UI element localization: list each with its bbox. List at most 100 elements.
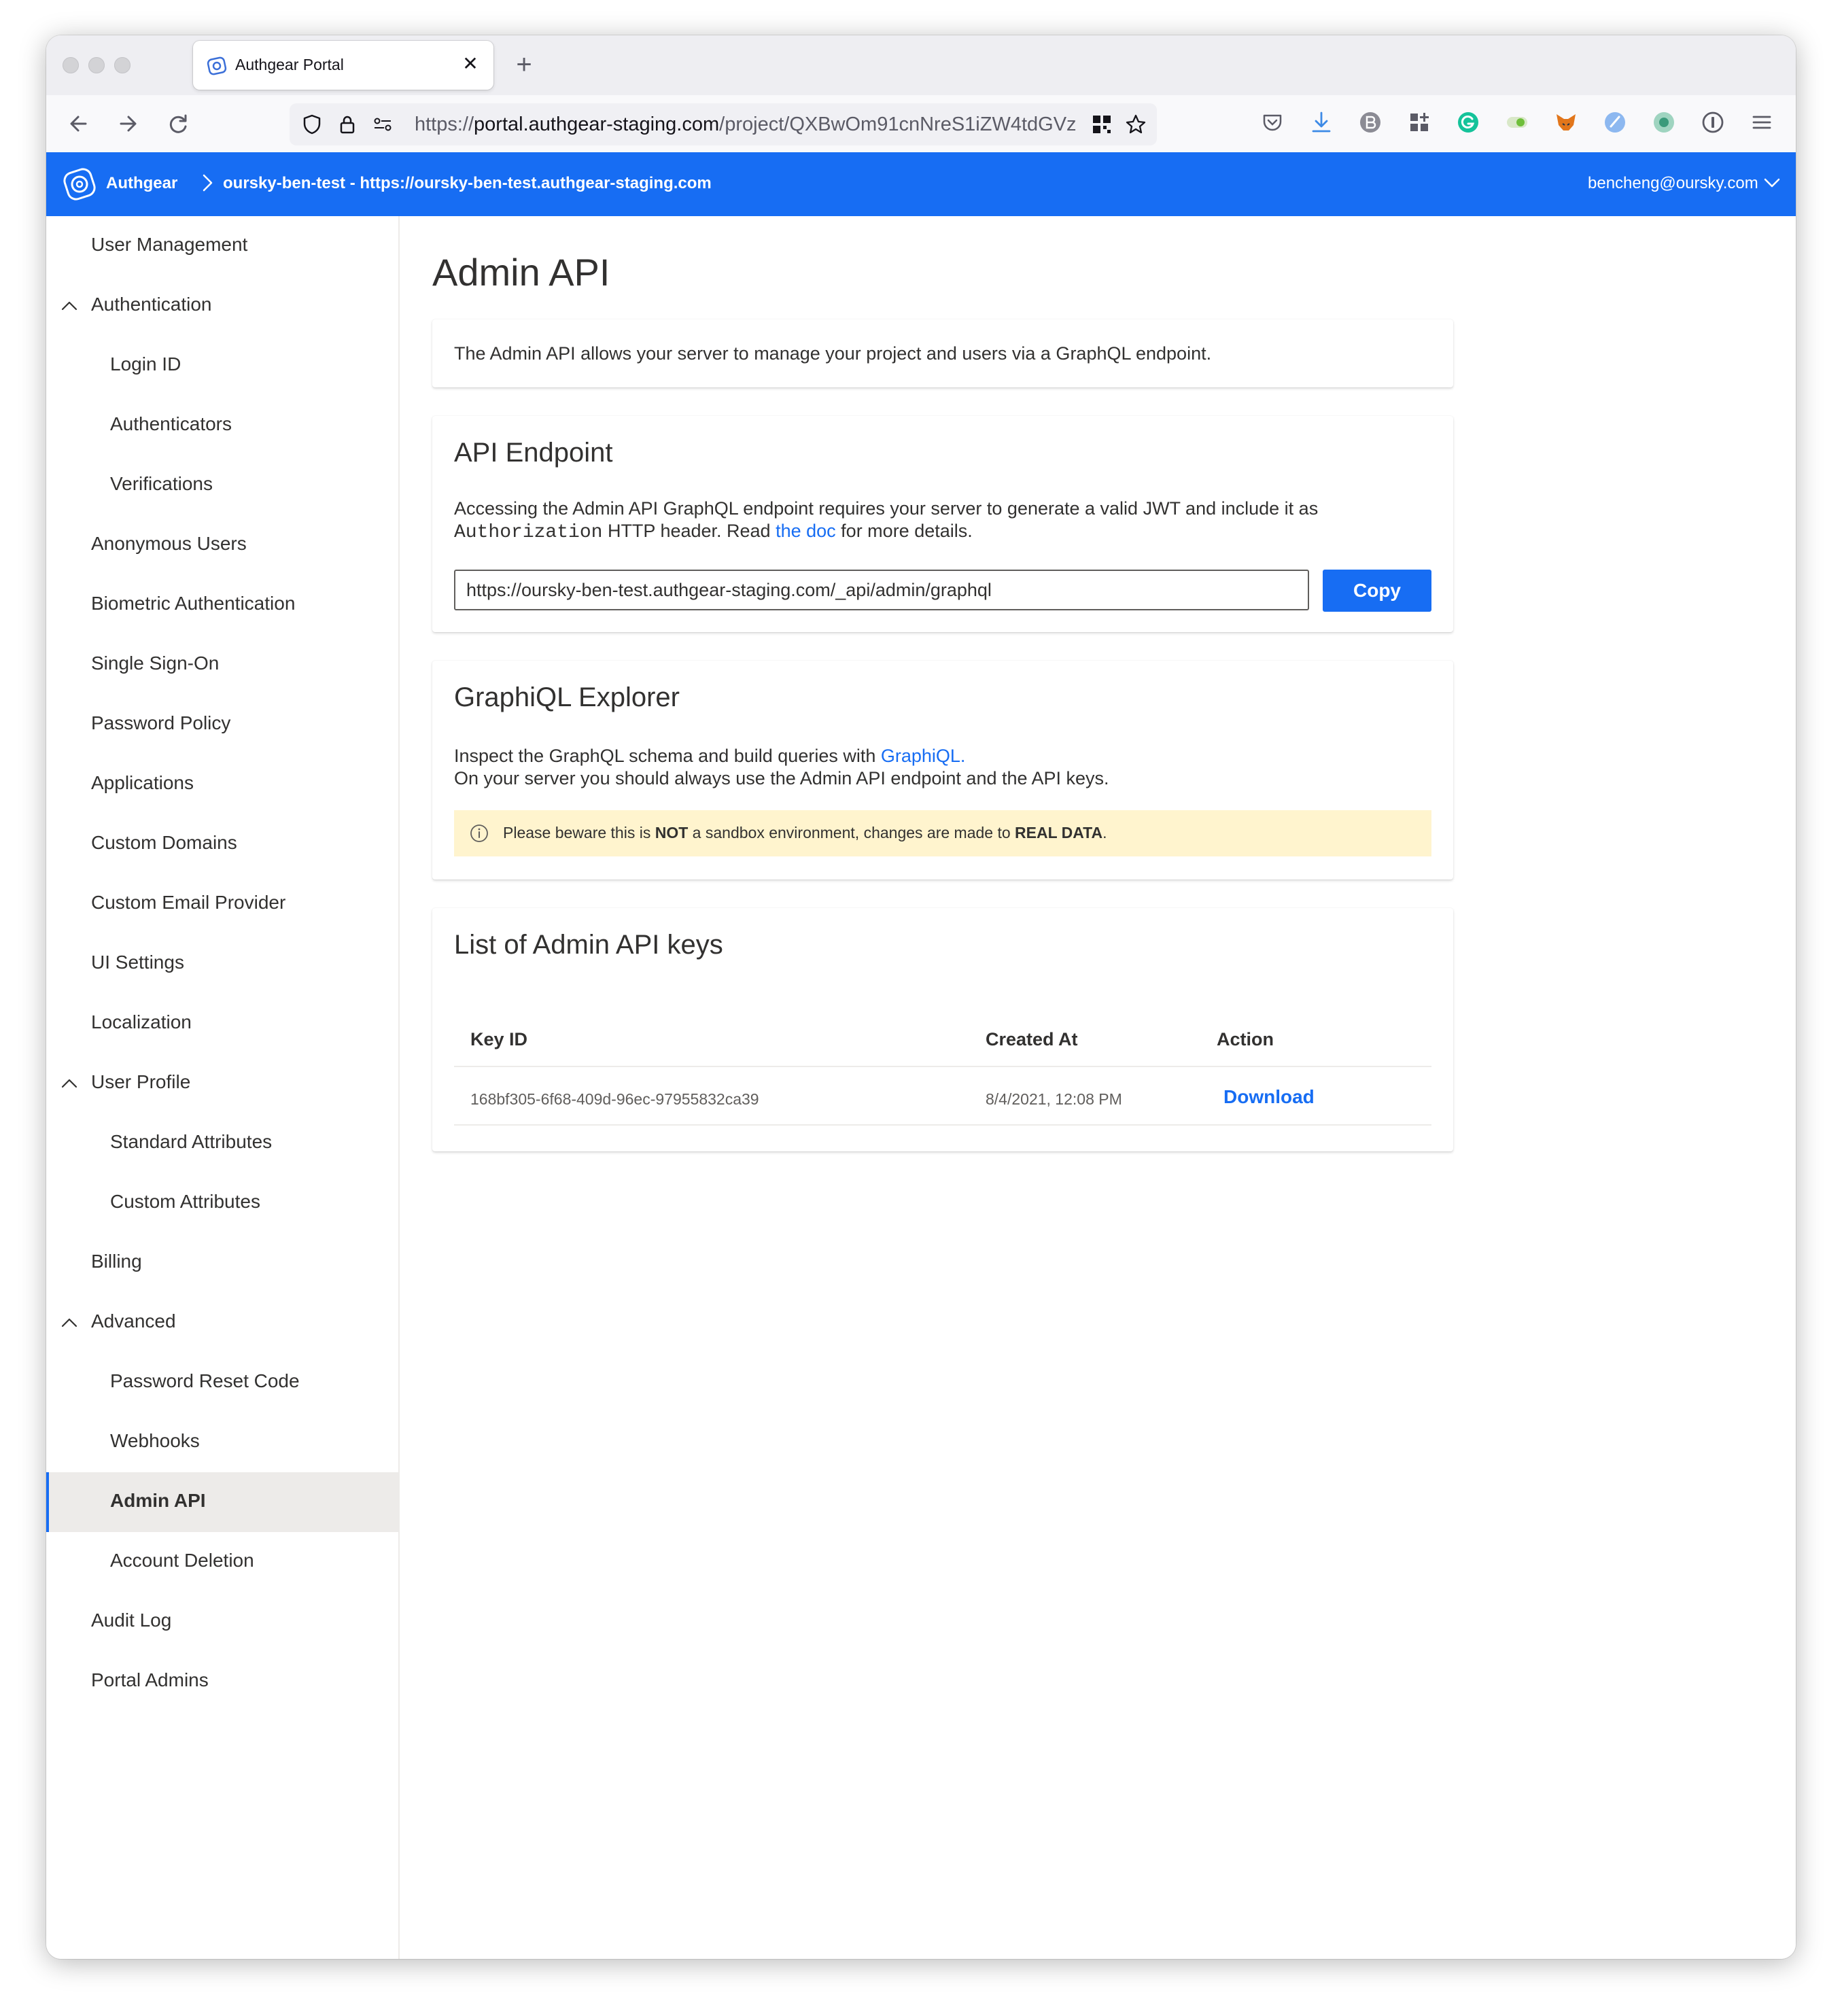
authgear-logo-icon[interactable] xyxy=(60,164,99,204)
sidebar-item-label: Webhooks xyxy=(110,1430,200,1451)
column-header-key-id[interactable]: Key ID xyxy=(470,1029,527,1050)
sidebar-item-portal-admins[interactable]: Portal Admins xyxy=(46,1652,398,1711)
api-keys-title: List of Admin API keys xyxy=(454,930,723,960)
address-bar[interactable]: https://portal.authgear-staging.com/proj… xyxy=(290,103,1157,145)
sidebar-item-label: Billing xyxy=(91,1251,142,1272)
sidebar-nav: User Management Authentication Login ID Aut… xyxy=(46,216,400,1959)
sidebar-item-label: Password Policy xyxy=(91,712,231,733)
downloads-icon[interactable] xyxy=(1308,109,1335,136)
sidebar-item-authentication[interactable]: Authentication xyxy=(46,276,398,336)
sidebar-item-user-management[interactable]: User Management xyxy=(46,216,398,276)
lock-icon[interactable] xyxy=(336,113,359,136)
column-header-created-at[interactable]: Created At xyxy=(986,1029,1078,1050)
api-endpoint-title: API Endpoint xyxy=(454,438,613,468)
sidebar-item-label: Admin API xyxy=(110,1490,206,1511)
sidebar-item-password-policy[interactable]: Password Policy xyxy=(46,695,398,754)
metamask-fox-icon[interactable] xyxy=(1552,109,1580,136)
graphiql-link[interactable]: GraphiQL. xyxy=(881,746,966,766)
password-manager-icon[interactable] xyxy=(1699,109,1726,136)
sidebar-item-label: Authenticators xyxy=(110,413,232,434)
sidebar-item-label: Localization xyxy=(91,1011,192,1032)
sidebar-item-user-profile[interactable]: User Profile xyxy=(46,1054,398,1113)
explorer-line1: Inspect the GraphQL schema and build que… xyxy=(454,746,881,766)
forward-arrow-icon[interactable] xyxy=(110,106,145,141)
browser-tab-active[interactable]: Authgear Portal ✕ xyxy=(193,41,493,90)
qr-code-icon[interactable] xyxy=(1090,113,1113,136)
api-keys-card: List of Admin API keys Key ID Created At… xyxy=(432,908,1453,1151)
extension-pen-icon[interactable] xyxy=(1601,109,1629,136)
window-close-button[interactable] xyxy=(63,57,79,73)
sidebar-item-billing[interactable]: Billing xyxy=(46,1233,398,1293)
warning-end: . xyxy=(1102,824,1107,841)
url-path: /project/QXBwOm91cnNreS1iZW4tdGVz xyxy=(719,114,1077,135)
extension-b-icon[interactable] xyxy=(1357,109,1384,136)
intro-card: The Admin API allows your server to mana… xyxy=(432,319,1453,387)
sidebar-item-audit-log[interactable]: Audit Log xyxy=(46,1592,398,1652)
sidebar-item-custom-attributes[interactable]: Custom Attributes xyxy=(46,1173,398,1233)
sidebar-item-custom-domains[interactable]: Custom Domains xyxy=(46,814,398,874)
doc-link[interactable]: the doc xyxy=(776,521,836,541)
window-minimize-button[interactable] xyxy=(88,57,105,73)
created-at-cell: 8/4/2021, 12:08 PM xyxy=(986,1090,1122,1108)
active-indicator xyxy=(46,1472,49,1532)
sidebar-item-authenticators[interactable]: Authenticators xyxy=(46,396,398,455)
sidebar-item-label: Portal Admins xyxy=(91,1669,209,1690)
endpoint-desc-mid: HTTP header. Read xyxy=(602,521,776,541)
sidebar-item-custom-email-provider[interactable]: Custom Email Provider xyxy=(46,874,398,934)
sidebar-item-localization[interactable]: Localization xyxy=(46,994,398,1054)
back-arrow-icon[interactable] xyxy=(61,106,97,141)
sidebar-item-password-reset-code[interactable]: Password Reset Code xyxy=(46,1353,398,1412)
sidebar-item-advanced[interactable]: Advanced xyxy=(46,1293,398,1353)
sidebar-item-applications[interactable]: Applications xyxy=(46,754,398,814)
endpoint-url-field[interactable] xyxy=(454,570,1309,610)
table-header-divider xyxy=(454,1066,1431,1067)
user-email[interactable]: bencheng@oursky.com xyxy=(1588,174,1758,193)
sidebar-item-verifications[interactable]: Verifications xyxy=(46,455,398,515)
url-host: portal.authgear-staging.com xyxy=(474,114,720,135)
reload-icon[interactable] xyxy=(160,106,196,141)
permissions-icon[interactable] xyxy=(371,113,394,136)
api-endpoint-description: Accessing the Admin API GraphQL endpoint… xyxy=(454,498,1318,544)
sidebar-item-biometric-authentication[interactable]: Biometric Authentication xyxy=(46,575,398,635)
brand-name[interactable]: Authgear xyxy=(106,174,177,193)
sidebar-item-label: Single Sign-On xyxy=(91,653,220,674)
chevron-down-icon[interactable] xyxy=(1763,174,1781,192)
sidebar-item-anonymous-users[interactable]: Anonymous Users xyxy=(46,515,398,575)
pocket-icon[interactable] xyxy=(1259,109,1286,136)
hamburger-menu-icon[interactable] xyxy=(1748,109,1775,136)
page-title: Admin API xyxy=(432,251,610,294)
new-tab-button[interactable]: + xyxy=(508,49,540,80)
extensions-grid-icon[interactable] xyxy=(1406,109,1433,136)
sidebar-item-ui-settings[interactable]: UI Settings xyxy=(46,934,398,994)
chevron-up-icon[interactable] xyxy=(60,1074,79,1093)
sidebar-item-label: Applications xyxy=(91,772,194,793)
download-button[interactable]: Download xyxy=(1223,1086,1315,1108)
grammarly-icon[interactable] xyxy=(1455,109,1482,136)
project-breadcrumb[interactable]: oursky-ben-test - https://oursky-ben-tes… xyxy=(223,174,712,193)
tracking-shield-icon[interactable] xyxy=(300,113,324,136)
sidebar-item-login-id[interactable]: Login ID xyxy=(46,336,398,396)
extension-toggle-icon[interactable] xyxy=(1504,109,1531,136)
window-zoom-button[interactable] xyxy=(114,57,131,73)
sidebar-item-webhooks[interactable]: Webhooks xyxy=(46,1412,398,1472)
sidebar-item-account-deletion[interactable]: Account Deletion xyxy=(46,1532,398,1592)
extension-eye-icon[interactable] xyxy=(1650,109,1678,136)
endpoint-desc-line1: Accessing the Admin API GraphQL endpoint… xyxy=(454,498,1319,519)
copy-button[interactable]: Copy xyxy=(1323,570,1431,612)
sidebar-item-admin-api[interactable]: Admin API xyxy=(46,1472,398,1532)
sidebar-item-label: Standard Attributes xyxy=(110,1131,273,1152)
sidebar-item-standard-attributes[interactable]: Standard Attributes xyxy=(46,1113,398,1173)
sidebar-item-label: Login ID xyxy=(110,353,181,375)
chevron-up-icon[interactable] xyxy=(60,1313,79,1332)
key-id-cell: 168bf305-6f68-409d-96ec-97955832ca39 xyxy=(470,1090,759,1108)
sidebar-item-single-sign-on[interactable]: Single Sign-On xyxy=(46,635,398,695)
tab-close-icon[interactable]: ✕ xyxy=(458,52,483,76)
sidebar-item-label: User Management xyxy=(91,234,248,255)
bookmark-star-icon[interactable] xyxy=(1124,113,1147,136)
url-text[interactable]: https://portal.authgear-staging.com/proj… xyxy=(415,114,1081,136)
chevron-up-icon[interactable] xyxy=(60,296,79,315)
column-header-action: Action xyxy=(1217,1029,1274,1049)
sidebar-item-label: Audit Log xyxy=(91,1610,172,1631)
tab-title: Authgear Portal xyxy=(235,56,344,73)
authgear-favicon-icon xyxy=(207,56,227,75)
